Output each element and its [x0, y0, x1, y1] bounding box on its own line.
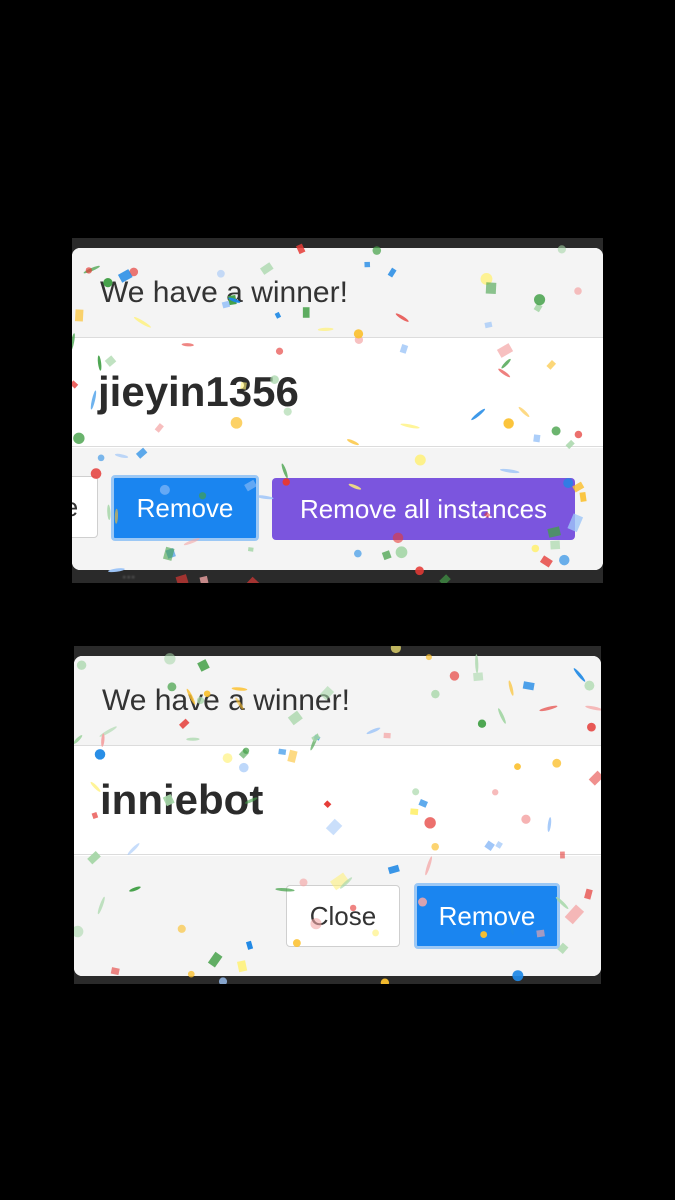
confetti-piece [439, 574, 451, 583]
confetti-piece [199, 575, 209, 583]
confetti-piece [380, 978, 390, 984]
confetti-piece [390, 646, 401, 654]
winner-screenshot-2: We have a winner! inniebot Close Remove [74, 646, 601, 984]
remove-button[interactable]: Remove [414, 883, 560, 949]
winner-screenshot-1: ... We have a winner! jieyin1356 Close R… [72, 238, 603, 583]
confetti-piece [242, 576, 260, 583]
confetti-piece [175, 574, 189, 583]
modal-body: jieyin1356 [72, 338, 603, 447]
modal-title: We have a winner! [100, 275, 348, 309]
close-button[interactable]: Close [72, 476, 98, 538]
remove-all-instances-button[interactable]: Remove all instances [272, 478, 575, 540]
modal-title: We have a winner! [102, 683, 350, 717]
winner-modal: We have a winner! jieyin1356 Close Remov… [72, 248, 603, 570]
confetti-piece [218, 977, 228, 984]
remove-button[interactable]: Remove [111, 475, 259, 541]
modal-header: We have a winner! [74, 656, 601, 746]
modal-body: inniebot [74, 746, 601, 855]
winner-name: jieyin1356 [98, 368, 299, 415]
modal-footer: Close Remove Remove all instances [72, 448, 603, 570]
modal-footer: Close Remove [74, 856, 601, 976]
modal-header: We have a winner! [72, 248, 603, 338]
winner-modal: We have a winner! inniebot Close Remove [74, 656, 601, 976]
winner-name: inniebot [100, 776, 264, 823]
close-button[interactable]: Close [286, 885, 400, 947]
